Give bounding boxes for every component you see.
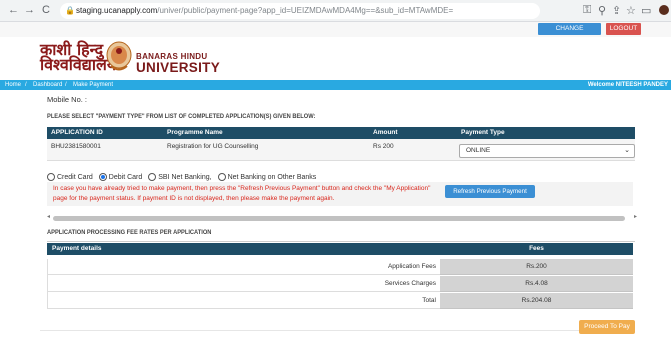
scroll-left-icon[interactable]: ◂ [47,213,50,220]
table-border [47,259,48,309]
share-icon[interactable]: ⇪ [612,4,621,17]
logout-button[interactable]: LOGOUT [606,23,641,35]
radio-selected-icon [98,173,107,181]
lock-icon: 🔒 [65,6,75,15]
forward-arrow-icon[interactable]: → [24,4,35,16]
col-fees: Fees [529,245,544,252]
chevron-down-icon: ⌄ [624,147,630,154]
browser-toolbar: ← → C 🔒 staging.ucanapply.com/univer/pub… [0,0,671,22]
zoom-icon[interactable]: ⚲ [598,4,606,17]
warning-text: In case you have already tried to make p… [53,184,433,204]
mobile-label: Mobile No. : [47,95,88,104]
col-payment-type: Payment Type [461,129,505,136]
application-table-header: APPLICATION ID Programme Name Amount Pay… [47,127,635,139]
breadcrumb-dashboard[interactable]: Dashboard [33,80,62,90]
welcome-text: Welcome NITEESH PANDEY [587,82,668,88]
profile-avatar[interactable] [659,5,669,15]
col-payment-details: Payment details [52,245,102,252]
fee-value-application: Rs.200 [440,259,633,275]
fee-value-services: Rs.4.08 [440,276,633,292]
warning-line-2: page for the payment status. If payment … [53,195,335,202]
scroll-right-icon[interactable]: ▸ [634,213,637,220]
url-path: /univer/public/payment-page?app_id=UEIZM… [157,6,454,15]
radio-icon [148,173,157,181]
radio-icon [217,173,226,181]
payment-type-select[interactable]: ONLINE ⌄ [459,144,635,158]
key-icon[interactable]: ⚿ [583,4,591,17]
reload-icon[interactable]: C [42,4,50,16]
fee-label-total: Total [47,293,440,309]
bhu-hindi-logo: काशी हिन्दु विश्वविद्यालय [40,42,117,74]
sidepanel-icon[interactable]: ▭ [641,4,651,17]
col-amount: Amount [373,129,398,136]
star-icon[interactable]: ☆ [626,4,636,17]
payment-option-group: Credit Card Debit Card SBI Net Banking, … [47,173,316,181]
bhu-seal-icon [106,41,132,71]
proceed-to-pay-button[interactable]: Proceed To Pay [579,320,635,334]
payment-type-value: ONLINE [466,147,491,154]
hindi-line-2: विश्वविद्यालय [40,55,117,74]
bhu-english-logo: BANARAS HINDU UNIVERSITY [136,52,220,74]
refresh-previous-payment-button[interactable]: Refresh Previous Payment [445,185,535,198]
amount: Rs 200 [373,143,394,150]
sbi-net-banking-option[interactable]: SBI Net Banking, [148,173,212,181]
fee-label-services: Services Charges [47,276,440,292]
col-application-id: APPLICATION ID [51,129,103,136]
url-host: staging.ucanapply.com [76,6,158,15]
breadcrumb-bar: Home / Dashboard / Make Payment Welcome … [0,80,671,90]
breadcrumb-home[interactable]: Home [5,80,21,90]
fee-table-header: Payment details Fees [47,243,633,255]
other-banks-option[interactable]: Net Banking on Other Banks [217,173,316,181]
warning-line-1: In case you have already tried to make p… [53,185,431,192]
application-id: BHU2381580001 [51,143,101,150]
col-programme-name: Programme Name [167,129,223,136]
footer-divider [40,330,600,331]
fee-label-application: Application Fees [47,259,440,275]
divider [47,241,635,242]
change-password-button[interactable]: CHANGE PASSWORD [538,23,601,44]
credit-card-option[interactable]: Credit Card [47,173,93,181]
debit-card-option[interactable]: Debit Card [98,173,142,181]
radio-icon [47,173,55,181]
breadcrumb-make-payment: Make Payment [73,82,114,88]
fee-section-title: APPLICATION PROCESSING FEE RATES PER APP… [47,229,212,236]
fee-value-total: Rs.204.08 [440,293,633,309]
bhu-en-line-2: UNIVERSITY [136,60,221,75]
account-strip: CHANGE PASSWORD LOGOUT [0,22,671,44]
instruction-text: PLEASE SELECT "PAYMENT TYPE" FROM LIST O… [47,113,316,120]
address-bar[interactable]: 🔒 staging.ucanapply.com/univer/public/pa… [60,3,540,19]
programme-name: Registration for UG Counselling [167,143,259,150]
scrollbar-thumb[interactable] [53,216,625,221]
back-arrow-icon[interactable]: ← [8,4,19,16]
